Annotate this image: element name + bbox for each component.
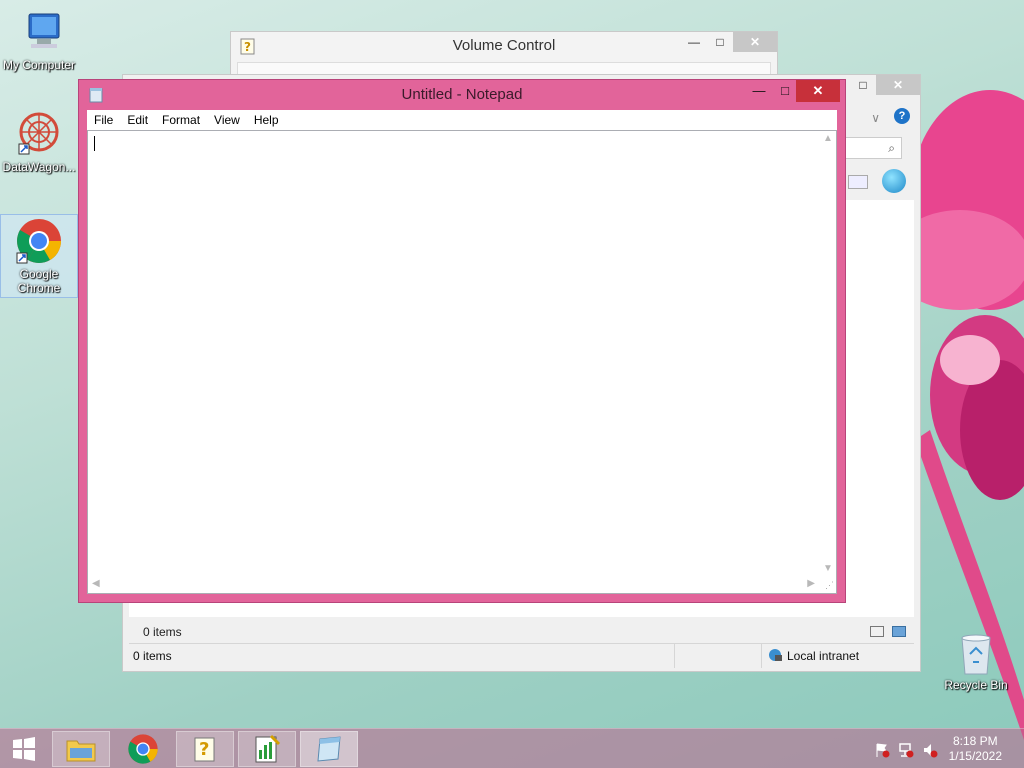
desktop-icon-label: Google Chrome (17, 267, 61, 295)
chrome-icon (128, 734, 158, 764)
menu-bar: File Edit Format View Help (87, 110, 837, 130)
notepad-icon (317, 736, 341, 762)
desktop-icon-label: Recycle Bin (944, 678, 1008, 692)
chrome-icon (15, 217, 63, 265)
desktop-icon-my-computer[interactable]: My Computer (0, 8, 78, 72)
menu-format[interactable]: Format (155, 110, 207, 130)
search-icon: ⌕ (888, 141, 895, 155)
globe-icon (882, 169, 906, 193)
details-view-icon[interactable] (870, 626, 884, 637)
notepad-window[interactable]: Untitled - Notepad — □ ✕ File Edit Forma… (78, 79, 846, 603)
status-bar: 0 items Local intranet (129, 643, 914, 668)
window-title: Untitled - Notepad (401, 86, 523, 103)
scroll-down-icon[interactable]: ▼ (823, 563, 833, 574)
start-button[interactable] (0, 731, 48, 767)
menu-edit[interactable]: Edit (120, 110, 155, 130)
resize-grip-icon[interactable]: ⋰ (825, 580, 834, 591)
desktop-icon-recycle-bin[interactable]: Recycle Bin (936, 632, 1016, 692)
minimize-button[interactable]: — (746, 80, 772, 102)
chart-notepad-icon (255, 734, 281, 763)
minimize-button[interactable]: — (681, 32, 707, 52)
preview-view-icon[interactable] (892, 626, 906, 637)
windows-logo-icon (13, 737, 35, 761)
network-icon[interactable] (898, 742, 914, 761)
chevron-down-icon[interactable]: ∨ (871, 111, 880, 125)
scroll-up-icon[interactable]: ▲ (823, 133, 833, 144)
clock[interactable]: 8:18 PM 1/15/2022 (949, 734, 1002, 764)
taskbar-volume-control[interactable]: ? (176, 731, 234, 767)
datawagon-icon (15, 110, 63, 158)
menu-file[interactable]: File (87, 110, 120, 130)
desktop-icon-datawagon[interactable]: DataWagon... (0, 110, 78, 174)
menu-help[interactable]: Help (247, 110, 286, 130)
volume-muted-icon[interactable] (922, 742, 938, 761)
clock-date: 1/15/2022 (948, 749, 1002, 763)
scroll-right-icon[interactable]: ▶ (807, 578, 815, 589)
title-bar[interactable]: Untitled - Notepad — □ ✕ (79, 80, 845, 108)
taskbar-chart-app[interactable] (238, 731, 296, 767)
maximize-button[interactable]: □ (850, 75, 876, 95)
scroll-left-icon[interactable]: ◀ (92, 578, 100, 589)
taskbar-chrome[interactable] (114, 731, 172, 767)
status-zone: Local intranet (787, 649, 860, 663)
items-count: 0 items (143, 625, 182, 639)
clock-time: 8:18 PM (952, 734, 998, 748)
folder-icon (66, 740, 96, 762)
status-items: 0 items (133, 649, 172, 663)
text-editor[interactable]: ▲ ▼ ◀ ▶ ⋰ (87, 130, 837, 594)
maximize-button[interactable]: □ (772, 80, 798, 102)
maximize-button[interactable]: □ (707, 32, 733, 52)
desktop-icon-google-chrome[interactable]: Google Chrome (0, 214, 78, 298)
vertical-scrollbar[interactable]: ▲ ▼ (819, 131, 836, 576)
view-icon[interactable] (848, 175, 868, 189)
menu-view[interactable]: View (207, 110, 247, 130)
text-caret (94, 136, 95, 151)
intranet-icon (767, 647, 783, 666)
desktop-icon-label: My Computer (2, 58, 76, 72)
taskbar-notepad[interactable] (300, 731, 358, 767)
recycle-bin-icon (956, 632, 996, 676)
computer-icon (15, 8, 63, 56)
horizontal-scrollbar[interactable]: ◀ ▶ (88, 576, 819, 593)
svg-text:?: ? (199, 739, 209, 760)
close-button[interactable]: ✕ (796, 80, 840, 102)
taskbar-file-explorer[interactable] (52, 731, 110, 767)
close-button[interactable]: ✕ (876, 75, 920, 95)
desktop-icon-label: DataWagon... (2, 160, 76, 174)
action-center-flag-icon[interactable] (874, 742, 890, 761)
taskbar: ? 8:18 PM 1/15/2022 (0, 728, 1024, 768)
close-button[interactable]: ✕ (733, 32, 777, 52)
help-icon[interactable]: ? (894, 108, 910, 124)
help-doc-icon: ? (194, 737, 215, 762)
